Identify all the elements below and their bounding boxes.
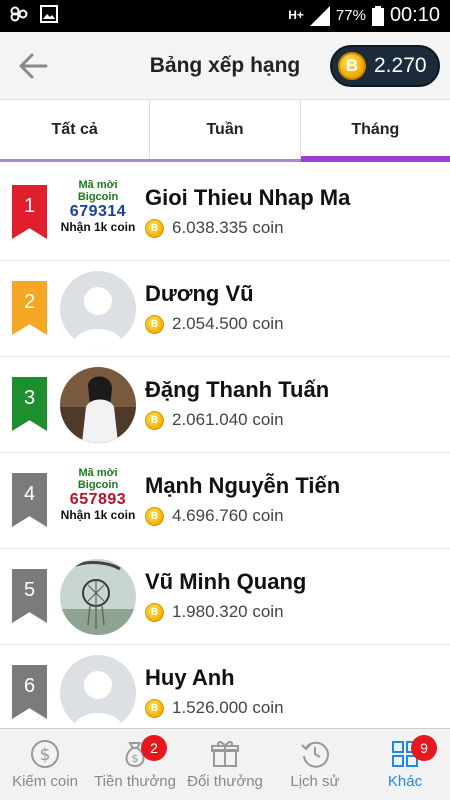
rank-badge: 3 xyxy=(12,377,47,431)
default-avatar-icon xyxy=(60,655,136,728)
ranking-row[interactable]: 2 Dương Vũ B 2.054.500 coin xyxy=(0,261,450,357)
promo-code: 657893 xyxy=(69,491,127,509)
promo-reward: Nhận 1k coin xyxy=(60,219,136,234)
app-header: Bảng xếp hạng B 2.270 xyxy=(0,32,450,100)
nav-more[interactable]: 9 Khác xyxy=(360,729,450,800)
coin-amount: 4.696.760 coin xyxy=(172,506,284,525)
nav-label: Tiền thưởng xyxy=(94,773,176,790)
promo-reward: Nhận 1k coin xyxy=(60,507,136,522)
coin-icon: B xyxy=(145,314,164,334)
notification-badge: 2 xyxy=(141,735,167,761)
coin-icon: B xyxy=(145,410,164,430)
user-name: Dương Vũ xyxy=(145,281,254,306)
promo-avatar: Mã mời Bigcoin 679314 Nhận 1k coin xyxy=(60,179,136,245)
ranking-row[interactable]: 3 Đặng Thanh Tuấn B 2.061.040 coin xyxy=(0,357,450,453)
nav-label: Kiếm coin xyxy=(12,773,78,790)
ranking-row[interactable]: 5 Vũ Minh Quang B 1.980.320 coin xyxy=(0,549,450,645)
user-name: Đặng Thanh Tuấn xyxy=(145,377,330,402)
promo-avatar: Mã mời Bigcoin 657893 Nhận 1k coin xyxy=(60,467,136,533)
promo-title: Mã mời Bigcoin xyxy=(77,467,119,492)
coin-icon: B xyxy=(145,218,164,238)
user-name: Huy Anh xyxy=(145,665,235,690)
signal-icon xyxy=(309,5,330,26)
history-icon xyxy=(301,741,329,768)
nav-label: Đổi thưởng xyxy=(187,773,263,790)
image-notification-icon xyxy=(40,5,58,23)
battery-icon xyxy=(371,5,384,26)
promo-code: 679314 xyxy=(69,203,127,221)
coin-icon: B xyxy=(145,506,164,526)
ranking-list[interactable]: 1 Mã mời Bigcoin 679314 Nhận 1k coin Gio… xyxy=(0,165,450,728)
nav-redeem[interactable]: Đổi thưởng xyxy=(180,729,270,800)
gift-icon xyxy=(211,741,239,767)
nav-label: Lịch sử xyxy=(290,773,340,790)
nav-history[interactable]: Lịch sử xyxy=(270,729,360,800)
dollar-circle-icon: $ xyxy=(31,740,59,768)
dreamcatcher-avatar xyxy=(60,559,136,635)
nav-rewards[interactable]: $ 2 Tiền thưởng xyxy=(90,729,180,800)
user-coins: B 6.038.335 coin xyxy=(145,218,284,238)
coin-amount: 6.038.335 coin xyxy=(172,218,284,237)
coin-amount: 2.054.500 coin xyxy=(172,314,284,333)
coin-icon: B xyxy=(145,698,164,718)
default-avatar-icon xyxy=(60,271,136,347)
coin-amount: 1.526.000 coin xyxy=(172,698,284,717)
user-name: Gioi Thieu Nhap Ma xyxy=(145,185,351,210)
notification-badge: 9 xyxy=(411,735,437,761)
coin-balance: 2.270 xyxy=(374,54,427,77)
user-coins: B 1.980.320 coin xyxy=(145,602,284,622)
tab-month[interactable]: Tháng xyxy=(300,100,450,162)
ranking-row[interactable]: 6 Huy Anh B 1.526.000 coin xyxy=(0,645,450,728)
app-notification-icon xyxy=(10,6,28,22)
rank-badge: 6 xyxy=(12,665,47,719)
rank-badge: 4 xyxy=(12,473,47,527)
svg-text:$: $ xyxy=(132,752,139,765)
bottom-navigation: $ Kiếm coin $ 2 Tiền thưởng Đổi thưởng L… xyxy=(0,728,450,800)
period-tabs: Tất cả Tuần Tháng xyxy=(0,100,450,162)
ranking-row[interactable]: 1 Mã mời Bigcoin 679314 Nhận 1k coin Gio… xyxy=(0,165,450,261)
tab-week[interactable]: Tuần xyxy=(150,100,301,159)
user-coins: B 1.526.000 coin xyxy=(145,698,284,718)
ranking-row[interactable]: 4 Mã mời Bigcoin 657893 Nhận 1k coin Mạn… xyxy=(0,453,450,549)
bitcoin-icon: B xyxy=(338,52,366,80)
promo-title: Mã mời Bigcoin xyxy=(77,179,119,204)
user-coins: B 2.061.040 coin xyxy=(145,410,284,430)
user-name: Mạnh Nguyễn Tiến xyxy=(145,473,341,498)
user-coins: B 4.696.760 coin xyxy=(145,506,284,526)
status-bar: H+ 77% 00:10 xyxy=(0,0,450,32)
user-name: Vũ Minh Quang xyxy=(145,569,307,594)
network-type-label: H+ xyxy=(288,8,304,22)
tab-all[interactable]: Tất cả xyxy=(0,100,151,159)
coin-icon: B xyxy=(145,602,164,622)
rank-badge: 5 xyxy=(12,569,47,623)
coin-amount: 2.061.040 coin xyxy=(172,410,284,429)
nav-label: Khác xyxy=(387,773,423,790)
user-photo-avatar xyxy=(60,367,136,443)
user-coins: B 2.054.500 coin xyxy=(145,314,284,334)
rank-badge: 1 xyxy=(12,185,47,239)
clock: 00:10 xyxy=(389,4,440,26)
rank-badge: 2 xyxy=(12,281,47,335)
coin-amount: 1.980.320 coin xyxy=(172,602,284,621)
nav-earn-coin[interactable]: $ Kiếm coin xyxy=(0,729,90,800)
battery-percent: 77% xyxy=(335,7,366,24)
coin-balance-button[interactable]: B 2.270 xyxy=(330,45,440,87)
svg-text:$: $ xyxy=(40,745,51,765)
